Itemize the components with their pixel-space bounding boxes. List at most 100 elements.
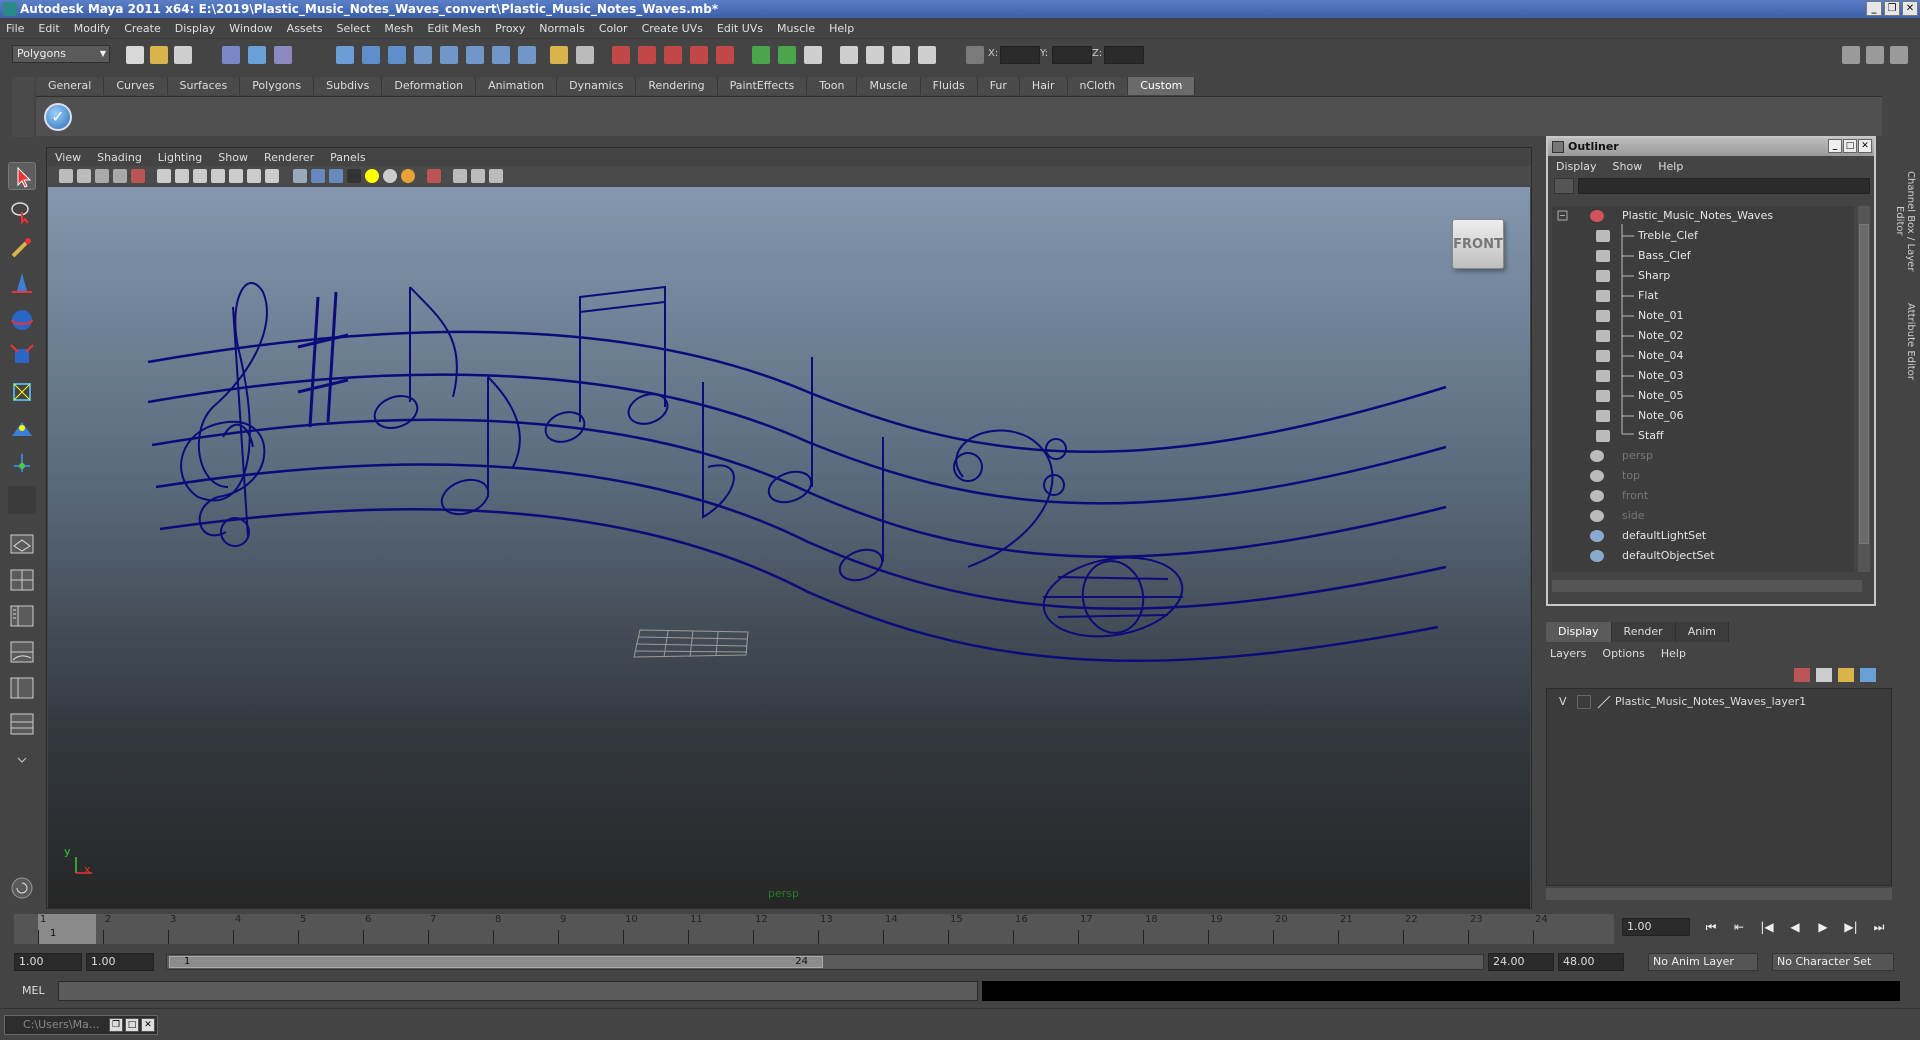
mel-label[interactable]: MEL <box>22 984 45 997</box>
outliner-item[interactable]: Note_05 <box>1552 386 1854 406</box>
layer-tab-anim[interactable]: Anim <box>1675 622 1729 642</box>
menu-normals[interactable]: Normals <box>539 22 585 35</box>
panel-menu-show[interactable]: Show <box>218 151 248 164</box>
pick-deformations-icon[interactable] <box>440 46 458 64</box>
menu-modify[interactable]: Modify <box>74 22 110 35</box>
end-time-field[interactable]: 48.00 <box>1558 953 1624 971</box>
outliner-scroll-thumb[interactable] <box>1859 224 1869 544</box>
outliner-item[interactable]: Treble_Clef <box>1552 226 1854 246</box>
wireframe-shading-icon[interactable] <box>293 169 307 183</box>
toggle-sidebar-icon[interactable] <box>1842 46 1860 64</box>
shelf-tab-toon[interactable]: Toon <box>807 77 858 95</box>
render-view-icon[interactable] <box>804 46 822 64</box>
render-frame-icon[interactable] <box>840 46 858 64</box>
ipr-render-icon[interactable] <box>866 46 884 64</box>
pick-curves-icon[interactable] <box>388 46 406 64</box>
layer-template-toggle[interactable] <box>1577 695 1591 709</box>
layer-menu-help[interactable]: Help <box>1661 647 1686 660</box>
shelf-tab-rendering[interactable]: Rendering <box>636 77 718 95</box>
current-time-field[interactable]: 1.00 <box>1622 918 1690 936</box>
new-scene-icon[interactable] <box>126 46 144 64</box>
panel-menu-renderer[interactable]: Renderer <box>264 151 314 164</box>
outliner-menu-show[interactable]: Show <box>1613 160 1643 173</box>
time-slider[interactable]: 1 1 2 3 4 5 6 7 8 9 10 11 12 13 14 15 16 17 18 19 20 21 22 23 2… <box>14 914 1614 944</box>
outliner-minimize-button[interactable]: _ <box>1828 139 1842 153</box>
z-coord-field[interactable] <box>1104 46 1144 64</box>
outliner-filter-button[interactable] <box>1554 178 1574 194</box>
quick-layout-icon[interactable] <box>8 874 36 902</box>
outliner-item[interactable]: defaultLightSet <box>1552 526 1854 546</box>
character-set-dropdown[interactable]: No Character Set <box>1772 953 1894 971</box>
play-forwards-icon[interactable]: ▶ <box>1812 918 1834 936</box>
shelf-tab-dynamics[interactable]: Dynamics <box>557 77 637 95</box>
outliner-item[interactable]: Staff <box>1552 426 1854 446</box>
outliner-item[interactable]: Flat <box>1552 286 1854 306</box>
open-scene-icon[interactable] <box>150 46 168 64</box>
layer-horizontal-scrollbar[interactable] <box>1546 888 1892 900</box>
outliner-item[interactable]: Sharp <box>1552 266 1854 286</box>
last-tool-slot[interactable] <box>8 486 36 514</box>
range-slider-thumb[interactable]: 1 24 <box>169 956 823 968</box>
outliner-item[interactable]: front <box>1552 486 1854 506</box>
transform-input-icon[interactable] <box>966 46 984 64</box>
panel-menu-shading[interactable]: Shading <box>97 151 142 164</box>
outliner-vertical-scrollbar[interactable] <box>1858 206 1870 572</box>
outliner-title-bar[interactable]: Outliner _ □ ✕ <box>1548 138 1874 156</box>
menu-edit[interactable]: Edit <box>38 22 59 35</box>
layer-menu-layers[interactable]: Layers <box>1550 647 1586 660</box>
outliner-item[interactable]: defaultObjectSet <box>1552 546 1854 566</box>
make-live-icon[interactable] <box>716 46 734 64</box>
shelf-tab-surfaces[interactable]: Surfaces <box>167 77 241 95</box>
menu-file[interactable]: File <box>6 22 24 35</box>
input-output-icon[interactable] <box>752 46 770 64</box>
outliner-horizontal-scrollbar[interactable] <box>1552 580 1862 592</box>
new-layer-from-selection-icon[interactable] <box>1838 668 1854 682</box>
select-object-icon[interactable] <box>248 46 266 64</box>
outliner-filter-input[interactable] <box>1578 178 1870 194</box>
minimized-maximize-button[interactable]: □ <box>125 1018 139 1032</box>
outliner-close-button[interactable]: ✕ <box>1858 139 1872 153</box>
layer-row[interactable]: V Plastic_Music_Notes_Waves_layer1 <box>1547 693 1891 711</box>
bookmarks-icon[interactable] <box>95 169 109 183</box>
snap-to-curve-icon[interactable] <box>638 46 656 64</box>
backface-culling-icon[interactable] <box>489 169 503 183</box>
menu-create-uvs[interactable]: Create UVs <box>642 22 703 35</box>
grease-pencil-icon[interactable] <box>131 169 145 183</box>
layout-hypershade-icon[interactable] <box>8 674 36 702</box>
lock-selection-icon[interactable] <box>550 46 568 64</box>
minimize-button[interactable]: _ <box>1866 1 1882 16</box>
menu-display[interactable]: Display <box>175 22 216 35</box>
outliner-menu-help[interactable]: Help <box>1658 160 1683 173</box>
safe-action-icon[interactable] <box>247 169 261 183</box>
minimized-close-button[interactable]: ✕ <box>141 1018 155 1032</box>
layout-four-pane-icon[interactable] <box>8 566 36 594</box>
select-component-icon[interactable] <box>274 46 292 64</box>
start-time-field[interactable]: 1.00 <box>14 953 82 971</box>
hypershade-icon[interactable] <box>918 46 936 64</box>
perspective-viewport[interactable]: FRONT y x persp <box>48 187 1530 908</box>
menu-create[interactable]: Create <box>124 22 161 35</box>
gate-mask-icon[interactable] <box>211 169 225 183</box>
all-lights-icon[interactable] <box>383 169 397 183</box>
step-back-frame-icon[interactable]: |◀ <box>1756 918 1778 936</box>
viewcube-front[interactable]: FRONT <box>1452 219 1504 269</box>
outliner-item[interactable]: persp <box>1552 446 1854 466</box>
layout-persp-graph-icon[interactable] <box>8 638 36 666</box>
shelf-tab-animation[interactable]: Animation <box>476 77 558 95</box>
snap-to-view-plane-icon[interactable] <box>690 46 708 64</box>
manipulator-tool-icon[interactable] <box>8 378 36 406</box>
outliner-item[interactable]: top <box>1552 466 1854 486</box>
new-empty-layer-icon[interactable] <box>1816 668 1832 682</box>
image-plane-icon[interactable] <box>113 169 127 183</box>
show-channel-box-icon[interactable] <box>1890 46 1908 64</box>
select-hierarchy-icon[interactable] <box>222 46 240 64</box>
outliner-item[interactable]: Note_06 <box>1552 406 1854 426</box>
panel-menu-panels[interactable]: Panels <box>330 151 365 164</box>
outliner-item[interactable]: Bass_Clef <box>1552 246 1854 266</box>
mel-command-input[interactable] <box>58 981 978 1001</box>
shelf-menu-handle[interactable] <box>12 77 34 137</box>
snap-to-grid-icon[interactable] <box>612 46 630 64</box>
layout-persp-outliner-icon[interactable] <box>8 602 36 630</box>
minimized-restore-button[interactable]: ❐ <box>109 1018 123 1032</box>
outliner-item[interactable]: Note_04 <box>1552 346 1854 366</box>
